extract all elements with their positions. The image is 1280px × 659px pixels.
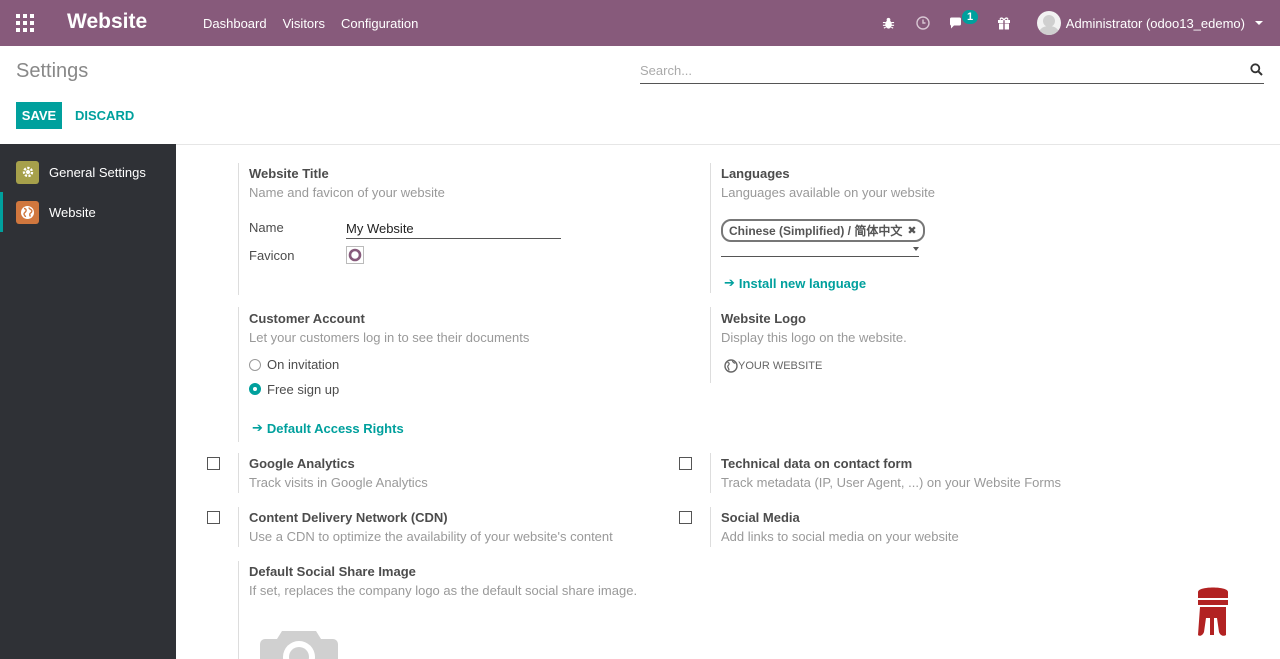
divider	[710, 507, 711, 547]
divider	[710, 453, 711, 493]
technical-data-checkbox[interactable]	[679, 457, 692, 470]
discard-button[interactable]: DISCARD	[68, 102, 141, 129]
sidebar-item-general-settings[interactable]: General Settings	[0, 152, 176, 192]
languages-description: Languages available on your website	[721, 185, 935, 200]
user-name: Administrator (odoo13_edemo)	[1065, 15, 1245, 31]
save-button[interactable]: SAVE	[16, 102, 62, 129]
website-title-heading: Website Title	[249, 166, 329, 181]
technical-data-heading: Technical data on contact form	[721, 456, 913, 471]
default-access-rights-label: Default Access Rights	[266, 420, 404, 436]
favicon-label: Favicon	[249, 248, 295, 263]
divider	[238, 453, 239, 493]
avatar	[1036, 11, 1061, 35]
chevron-down-icon	[913, 247, 919, 251]
language-select[interactable]	[721, 243, 919, 257]
website-name-field[interactable]: My Website	[346, 221, 561, 239]
sidebar-item-label: Website	[49, 204, 96, 220]
divider	[238, 507, 239, 547]
menu-visitors[interactable]: Visitors	[275, 16, 333, 31]
chevron-down-icon	[1255, 21, 1263, 25]
messages-badge: 1	[962, 10, 979, 24]
globe-icon	[724, 359, 738, 373]
close-icon[interactable]: ✖	[907, 224, 916, 237]
top-navbar: Website Dashboard Visitors Configuration…	[0, 0, 1280, 46]
google-analytics-description: Track visits in Google Analytics	[249, 475, 428, 490]
radio-on-invitation[interactable]	[249, 359, 261, 371]
language-tag-label: Chinese (Simplified) / 简体中文	[729, 224, 903, 238]
technical-data-description: Track metadata (IP, User Agent, ...) on …	[721, 475, 1062, 490]
default-access-rights-link[interactable]: ➔ Default Access Rights	[252, 420, 404, 436]
language-tag: Chinese (Simplified) / 简体中文 ✖	[721, 219, 925, 242]
cdn-checkbox[interactable]	[207, 511, 220, 524]
website-logo-text: YOUR WEBSITE	[738, 360, 823, 372]
bug-icon[interactable]	[881, 15, 897, 31]
website-logo-preview[interactable]: YOUR WEBSITE	[724, 359, 822, 373]
divider	[238, 307, 239, 442]
social-media-description: Add links to social media on your websit…	[721, 529, 959, 544]
page-title: Settings	[16, 60, 89, 82]
social-share-heading: Default Social Share Image	[249, 564, 416, 579]
radio-free-signup-label: Free sign up	[267, 382, 340, 397]
radio-on-invitation-label: On invitation	[267, 357, 340, 372]
google-analytics-checkbox[interactable]	[207, 457, 220, 470]
languages-heading: Languages	[721, 166, 790, 181]
social-media-heading: Social Media	[721, 510, 800, 525]
customer-account-heading: Customer Account	[249, 311, 365, 326]
floating-logo[interactable]	[1194, 582, 1232, 638]
website-logo-heading: Website Logo	[721, 311, 806, 326]
name-label: Name	[249, 220, 284, 235]
globe-icon	[16, 200, 39, 224]
user-menu[interactable]: Administrator (odoo13_edemo)	[1036, 11, 1263, 35]
divider	[238, 163, 239, 295]
app-brand[interactable]: Website	[67, 10, 147, 34]
camera-icon[interactable]	[260, 623, 338, 659]
settings-content: Website Title Name and favicon of your w…	[176, 145, 1280, 659]
website-title-description: Name and favicon of your website	[249, 185, 445, 200]
sidebar-item-label: General Settings	[49, 164, 146, 180]
divider	[238, 561, 239, 659]
main-menu: Dashboard Visitors Configuration	[195, 0, 426, 46]
divider	[710, 307, 711, 383]
cdn-heading: Content Delivery Network (CDN)	[249, 510, 448, 525]
menu-configuration[interactable]: Configuration	[333, 16, 426, 31]
apps-menu-icon[interactable]	[16, 14, 34, 32]
clock-icon[interactable]	[915, 15, 931, 31]
social-share-description: If set, replaces the company logo as the…	[249, 583, 638, 598]
arrow-right-icon: ➔	[724, 275, 735, 290]
menu-dashboard[interactable]: Dashboard	[195, 16, 275, 31]
install-language-link[interactable]: ➔ Install new language	[724, 275, 866, 291]
install-language-label: Install new language	[738, 275, 867, 291]
search-box	[640, 60, 1264, 84]
divider	[710, 163, 711, 293]
social-media-checkbox[interactable]	[679, 511, 692, 524]
arrow-right-icon: ➔	[252, 420, 263, 435]
customer-account-description: Let your customers log in to see their d…	[249, 330, 530, 345]
cdn-description: Use a CDN to optimize the availability o…	[249, 529, 613, 544]
gift-icon[interactable]	[996, 15, 1012, 31]
settings-sidebar: General Settings Website	[0, 144, 176, 659]
systray: Administrator (odoo13_edemo)	[872, 0, 1280, 46]
radio-free-signup[interactable]	[249, 383, 261, 395]
gear-icon	[16, 160, 39, 184]
search-icon[interactable]	[1250, 63, 1264, 77]
website-logo-description: Display this logo on the website.	[721, 330, 907, 345]
google-analytics-heading: Google Analytics	[249, 456, 355, 471]
search-input[interactable]	[640, 60, 1240, 80]
favicon-image[interactable]	[346, 246, 364, 264]
sidebar-item-website[interactable]: Website	[0, 192, 176, 232]
